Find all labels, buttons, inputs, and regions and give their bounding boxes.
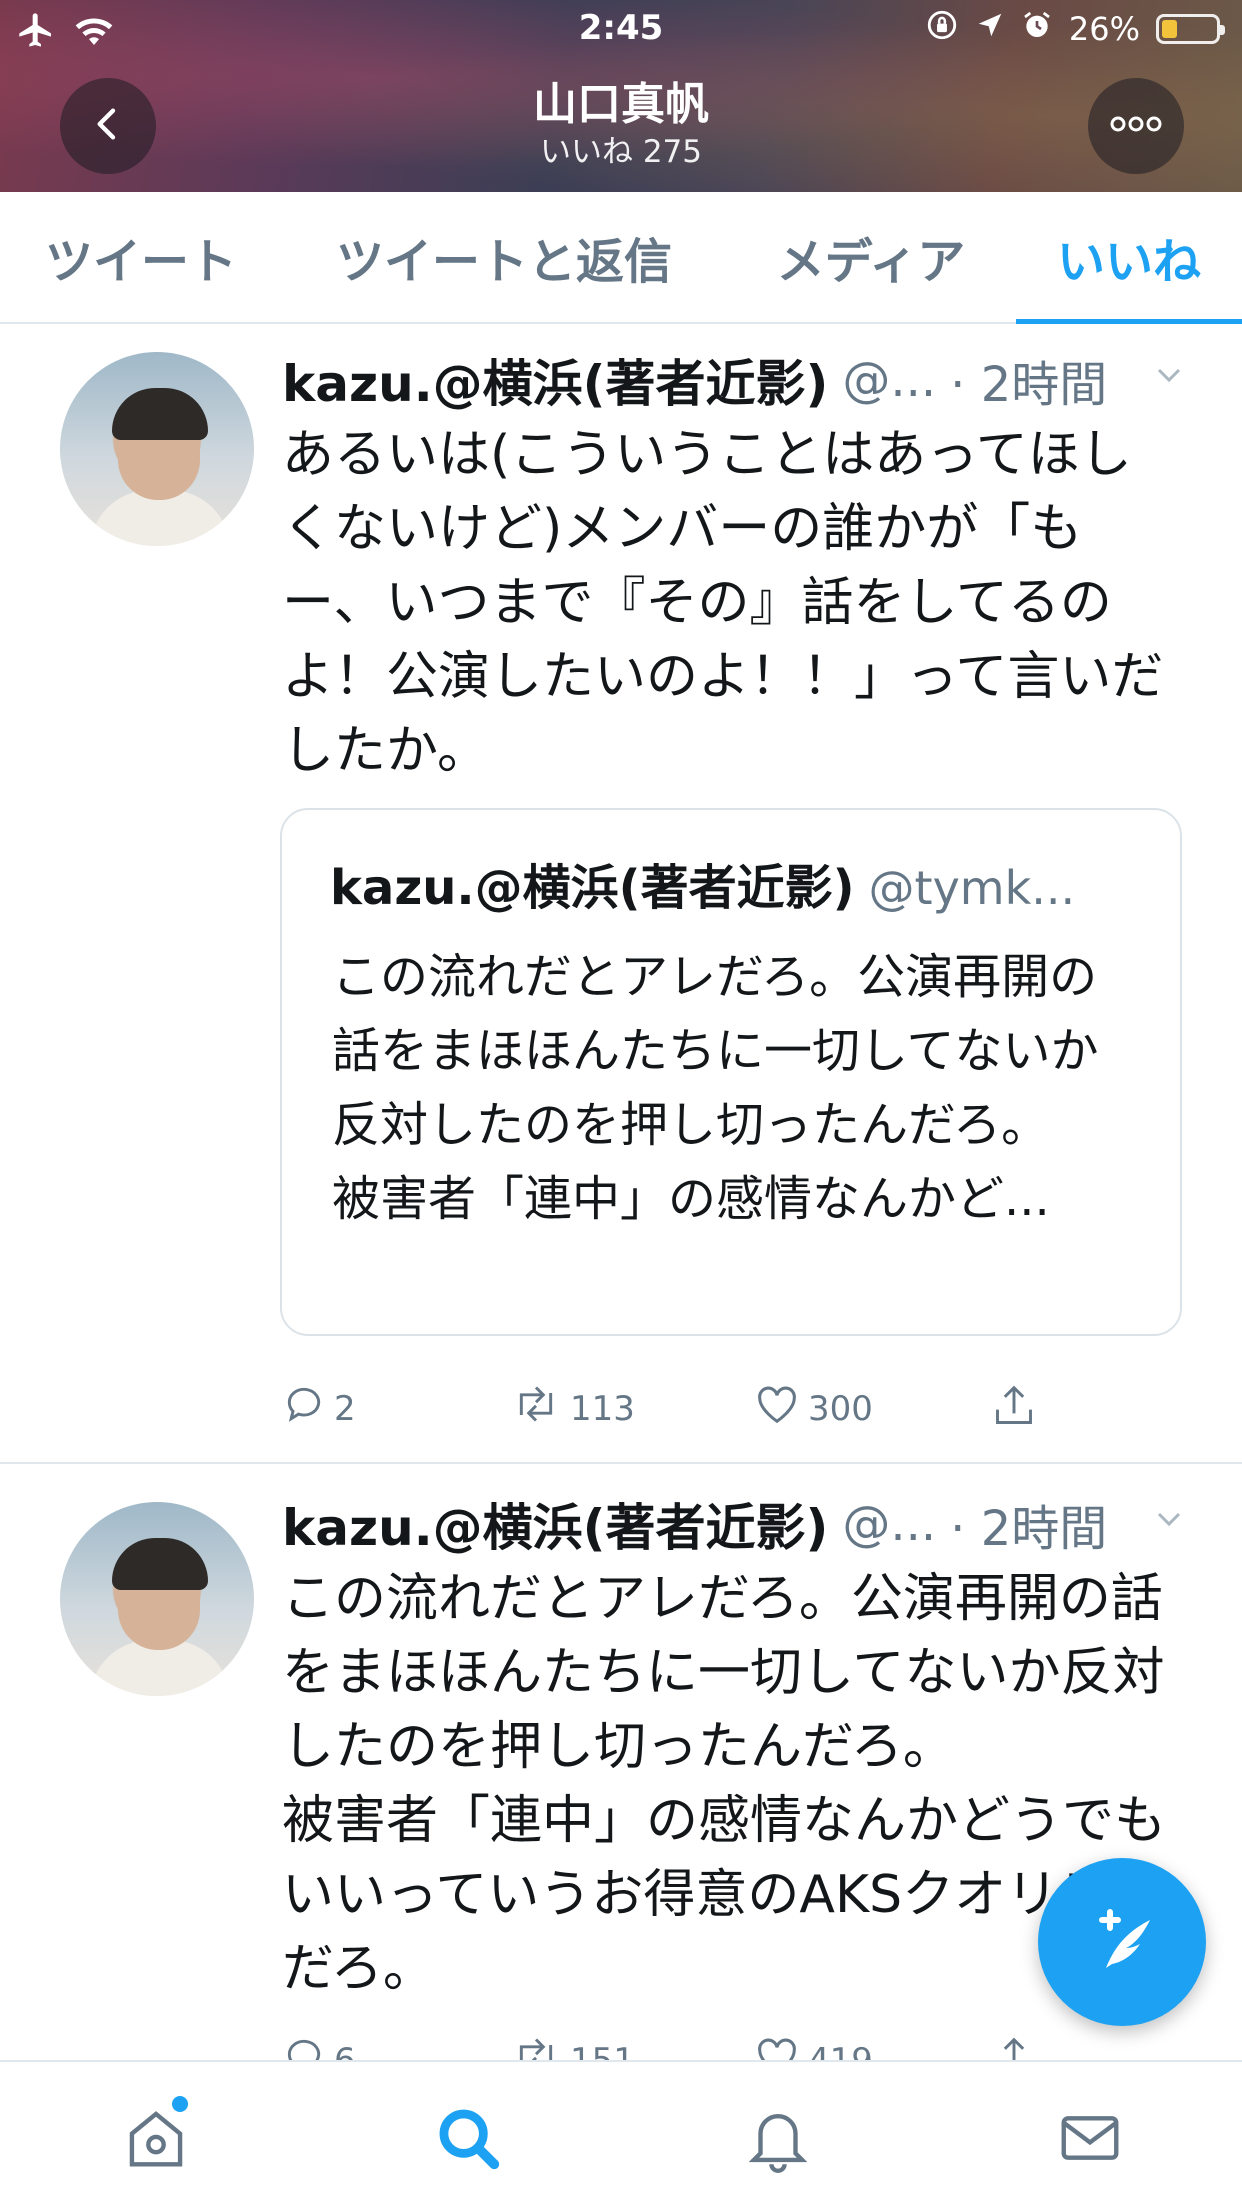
compose-tweet-icon (1082, 1900, 1162, 1984)
tweet-header: kazu.@横浜(著者近影) @... · 2時間 (282, 1488, 1107, 1560)
retweet-button[interactable]: 113 (510, 1382, 635, 1435)
tab-home[interactable] (116, 2096, 196, 2180)
quoted-author-handle: @tymk... (868, 861, 1076, 915)
reply-count: 2 (334, 1388, 356, 1429)
tweet-item[interactable]: kazu.@横浜(著者近影) @... · 2時間 あるいは(こういうことはあっ… (0, 326, 1242, 1464)
reply-button[interactable]: 2 (282, 1382, 356, 1435)
tweet-text: あるいは(こういうことはあってほしくないけど)メンバーの誰かが「もー、いつまで『… (282, 425, 1164, 781)
tab-tweets[interactable]: ツイート (0, 192, 282, 322)
like-button[interactable]: 300 (754, 1382, 873, 1435)
avatar-hair (112, 1538, 208, 1590)
tweet-author-name[interactable]: kazu.@横浜(著者近影) (282, 344, 828, 416)
tab-search[interactable] (428, 2100, 508, 2180)
more-button[interactable] (1088, 78, 1184, 174)
retweet-count: 113 (570, 1388, 635, 1429)
tweet-timestamp: · 2時間 (950, 1501, 1108, 1557)
chevron-down-icon[interactable] (1154, 1504, 1184, 1534)
search-icon (433, 2103, 503, 2177)
battery-icon (1156, 14, 1225, 44)
page-title: 山口真帆 (533, 79, 709, 130)
like-count: 300 (808, 1388, 873, 1429)
heart-icon (754, 1382, 800, 1435)
share-button[interactable] (992, 1382, 1036, 1439)
status-right: 26% (925, 8, 1225, 50)
quoted-tweet-text: この流れだとアレだろ。公演再開の話をまほほんたちに一切してないか反対したのを押し… (332, 949, 1099, 1227)
bottom-tab-bar (0, 2060, 1242, 2208)
tab-messages[interactable] (1050, 2100, 1130, 2180)
home-icon (121, 2103, 191, 2177)
chevron-down-icon[interactable] (1154, 360, 1184, 390)
avatar[interactable] (60, 1502, 254, 1696)
tweet-author-handle: @... (842, 1496, 937, 1552)
header-title-block: 山口真帆 いいね 275 (0, 78, 1242, 172)
tweet-author-name[interactable]: kazu.@横浜(著者近影) (282, 1488, 828, 1560)
tab-notifications[interactable] (738, 2100, 818, 2180)
avatar-hair (112, 388, 208, 440)
tweet-actions: 2 113 300 (282, 1382, 1082, 1434)
messages-icon (1055, 2103, 1125, 2177)
status-bar: 2:45 26% (0, 0, 1242, 62)
more-icon (1108, 114, 1164, 138)
tab-likes[interactable]: いいね (1016, 192, 1242, 324)
profile-header: 2:45 26% 山口真帆 いいね 275 (0, 0, 1242, 192)
compose-tweet-button[interactable] (1038, 1858, 1206, 2026)
tweet-header: kazu.@横浜(著者近影) @... · 2時間 (282, 344, 1107, 416)
quoted-tweet-header: kazu.@横浜(著者近影) @tymk... (330, 848, 1075, 918)
reply-icon (282, 1382, 326, 1435)
new-content-dot (172, 2096, 188, 2112)
retweet-icon (510, 1382, 562, 1435)
avatar[interactable] (60, 352, 254, 546)
orientation-lock-icon (925, 8, 959, 50)
quoted-tweet[interactable]: kazu.@横浜(著者近影) @tymk... この流れだとアレだろ。公演再開の… (280, 808, 1182, 1336)
likes-count-subtitle: いいね 275 (539, 134, 703, 170)
alarm-icon (1021, 9, 1053, 49)
tab-tweets-and-replies[interactable]: ツイートと返信 (282, 192, 726, 322)
share-icon (992, 1382, 1036, 1439)
battery-level-fill (1162, 20, 1178, 38)
tweet-timestamp: · 2時間 (950, 357, 1108, 413)
tweet-author-handle: @... (842, 352, 937, 408)
tab-media[interactable]: メディア (726, 192, 1016, 322)
notifications-icon (743, 2103, 813, 2177)
battery-percent: 26% (1068, 10, 1140, 48)
quoted-author-name: kazu.@横浜(著者近影) (330, 860, 855, 916)
location-icon (975, 10, 1005, 48)
profile-tabs: ツイート ツイートと返信 メディア いいね (0, 192, 1242, 324)
